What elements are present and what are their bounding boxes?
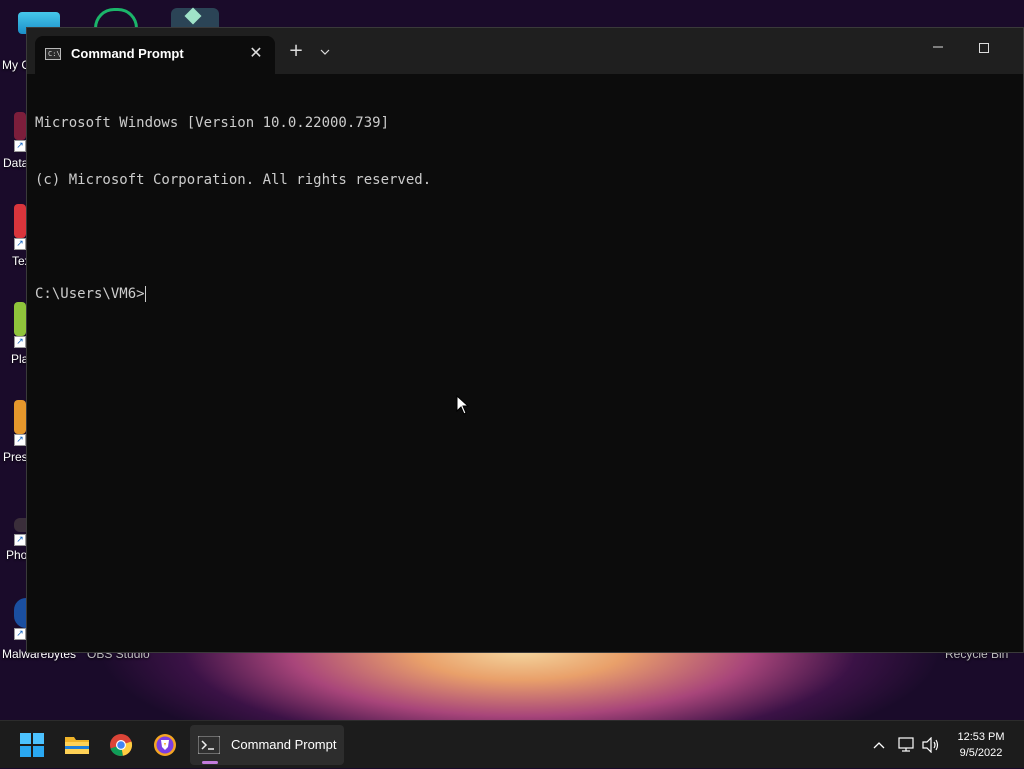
clock-date: 9/5/2022: [959, 747, 1003, 759]
desktop-icon-label: Pres: [3, 450, 28, 464]
console-line: (c) Microsoft Corporation. All rights re…: [35, 172, 432, 188]
desktop-icon-label: Data: [3, 156, 29, 170]
title-bar[interactable]: C:\ Command Prompt ✕ +: [27, 28, 1023, 74]
terminal-icon: [198, 736, 220, 754]
folder-icon: [65, 737, 89, 754]
shortcut-arrow-icon: ↗: [14, 238, 26, 250]
shortcut-arrow-icon: ↗: [14, 140, 26, 152]
clock-time: 12:53 PM: [957, 731, 1005, 743]
taskbar: Command Prompt 12:53 PM 9/5/2022: [0, 720, 1024, 768]
dark-app-icon: [14, 518, 26, 532]
console-prompt: C:\Users\VM6>: [35, 286, 145, 302]
chrome-icon: [110, 734, 133, 756]
chevron-up-icon[interactable]: [873, 741, 885, 749]
shortcut-arrow-icon: ↗: [14, 534, 26, 546]
console-line: Microsoft Windows [Version 10.0.22000.73…: [35, 115, 390, 131]
windows-logo-icon: [20, 733, 44, 757]
new-tab-button[interactable]: +: [285, 40, 307, 62]
data-app-icon: [14, 112, 26, 140]
cmd-icon: C:\: [45, 48, 61, 60]
shortcut-arrow-icon: ↗: [14, 628, 26, 640]
malwarebytes-icon: [14, 598, 26, 628]
green-app-icon: [14, 302, 26, 336]
tab-title: Command Prompt: [71, 46, 184, 61]
command-prompt-window[interactable]: C:\ Command Prompt ✕ + Microsoft Windows…: [26, 27, 1024, 653]
file-explorer-button[interactable]: [57, 725, 97, 765]
minimize-button[interactable]: [915, 34, 961, 60]
chevron-down-icon: [320, 49, 330, 55]
tab-dropdown-button[interactable]: [315, 40, 335, 62]
minimize-icon: [933, 46, 943, 48]
green-circle-app-icon: [94, 8, 138, 28]
desktop-icon-label: Pho: [6, 548, 28, 562]
shortcut-arrow-icon: ↗: [14, 434, 26, 446]
tab-command-prompt[interactable]: C:\ Command Prompt ✕: [35, 36, 275, 74]
taskbar-command-prompt-button[interactable]: Command Prompt: [190, 725, 344, 765]
brave-shield-icon: [154, 734, 176, 756]
volume-icon[interactable]: [922, 737, 940, 753]
text-caret: [144, 286, 146, 302]
chrome-button[interactable]: [101, 725, 141, 765]
maximize-button[interactable]: [961, 34, 1007, 60]
taskbar-app-label: Command Prompt: [231, 737, 337, 752]
clock[interactable]: 12:53 PM 9/5/2022: [946, 729, 1016, 761]
system-tray: [860, 721, 950, 769]
active-indicator: [202, 761, 218, 764]
start-button[interactable]: [12, 725, 52, 765]
orange-app-icon: [14, 400, 26, 434]
brave-browser-button[interactable]: [145, 725, 185, 765]
maximize-icon: [979, 43, 989, 53]
network-icon[interactable]: [898, 737, 916, 753]
desktop-icon-app-green[interactable]: [94, 8, 150, 28]
console-prompt-line[interactable]: C:\Users\VM6>: [35, 285, 431, 304]
text-app-icon: [14, 204, 26, 238]
shortcut-arrow-icon: ↗: [14, 336, 26, 348]
close-tab-icon[interactable]: ✕: [245, 42, 267, 64]
console-output[interactable]: Microsoft Windows [Version 10.0.22000.73…: [35, 76, 431, 342]
desktop-icon-app-editor[interactable]: [171, 7, 227, 28]
